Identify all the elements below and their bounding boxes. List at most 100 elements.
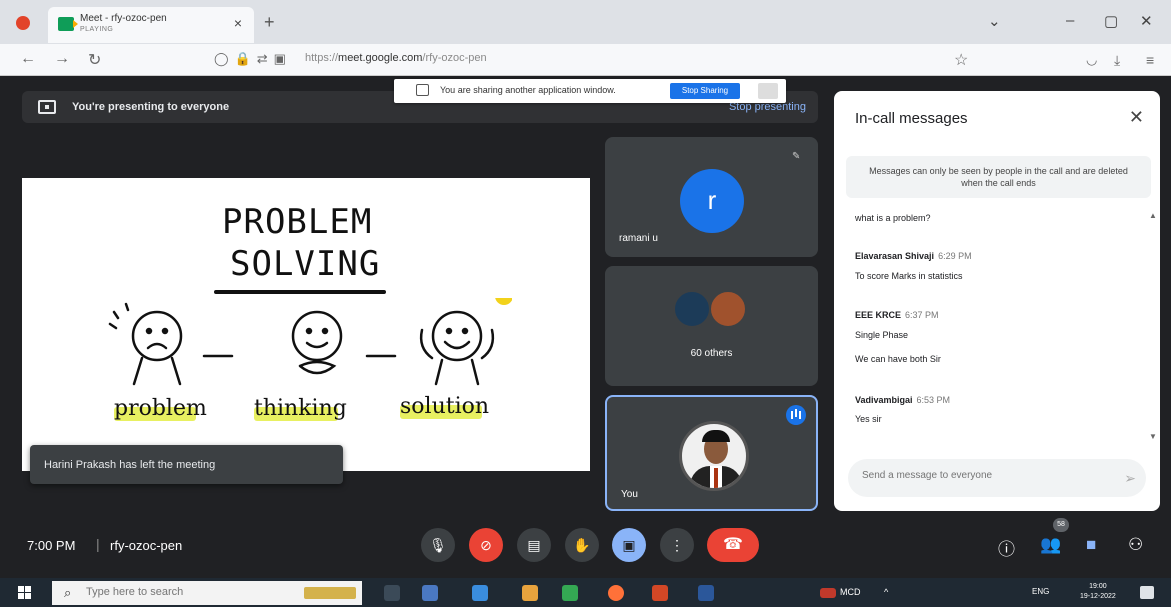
task-view-icon[interactable]	[384, 585, 400, 601]
tab-title: Meet - rfy-ozoc-pen	[80, 13, 167, 24]
message-text: what is a problem?	[855, 213, 931, 223]
url-host: meet.google.com	[338, 52, 423, 64]
participant-left-toast: Harini Prakash has left the meeting	[30, 445, 343, 484]
tab-playing-label: PLAYING	[80, 26, 114, 33]
captions-button[interactable]: ▤	[517, 528, 551, 562]
minimize-button[interactable]: –	[1066, 12, 1074, 29]
notification-icon[interactable]	[1140, 586, 1154, 599]
pocket-icon[interactable]: ◡	[1086, 52, 1097, 68]
presenting-text: You're presenting to everyone	[72, 101, 230, 113]
slide-title-underline	[214, 290, 386, 294]
tab-close-icon[interactable]: ×	[234, 15, 242, 31]
chat-scrollbar[interactable]: ▲ ▼	[1149, 211, 1157, 441]
sharing-notification-text: You are sharing another application wind…	[440, 85, 616, 95]
meeting-code: rfy-ozoc-pen	[110, 538, 183, 553]
avatar	[673, 290, 711, 328]
message-sender: EEE KRCE 6:37 PM	[855, 310, 939, 320]
send-icon[interactable]: ➢	[1124, 470, 1136, 487]
microphone-icon: 🎙	[429, 537, 447, 553]
participant-tile-ramani[interactable]: ✎ r ramani u	[605, 137, 818, 257]
window-share-icon	[416, 84, 429, 96]
hide-notification-button[interactable]	[758, 83, 778, 99]
url-prefix: https://	[305, 52, 339, 64]
tray-label: MCD	[840, 587, 861, 597]
bookmark-star-icon[interactable]: ☆	[954, 50, 968, 70]
chat-message-input[interactable]: ➢	[848, 459, 1146, 497]
url-path: rfy-ozoc-pen	[425, 52, 487, 64]
search-input[interactable]	[86, 586, 276, 598]
avatar: r	[680, 169, 744, 233]
reload-icon[interactable]: ↻	[88, 50, 101, 70]
slide-label-problem: problem	[114, 396, 207, 421]
chrome-taskbar-icon[interactable]	[562, 585, 578, 601]
avatar	[709, 290, 747, 328]
people-icon[interactable]: 👥	[1040, 535, 1061, 555]
meet-favicon-icon	[58, 17, 78, 31]
speaking-indicator-icon	[786, 405, 806, 425]
avatar	[679, 421, 749, 491]
raise-hand-icon: ✋	[573, 537, 591, 553]
tab-list-chevron-icon[interactable]: ⌄	[988, 12, 1001, 30]
firefox-taskbar-icon[interactable]	[608, 585, 624, 601]
address-bar: ← → ↻ ◯🔒⇄▣ https://meet.google.com/rfy-o…	[0, 44, 1171, 76]
more-options-button[interactable]: ⋮	[660, 528, 694, 562]
others-count-label: 60 others	[690, 348, 733, 359]
message-text: Yes sir	[855, 414, 882, 424]
url-field[interactable]: https://meet.google.com/rfy-ozoc-pen	[305, 52, 487, 64]
end-call-button[interactable]: ☎	[707, 528, 759, 562]
close-window-button[interactable]: ✕	[1140, 12, 1153, 30]
camera-off-button[interactable]: ⊘	[469, 528, 503, 562]
in-call-messages-panel: In-call messages ✕ Messages can only be …	[834, 91, 1160, 511]
tray-app-icon[interactable]	[820, 588, 836, 598]
back-arrow-icon[interactable]: ←	[20, 50, 36, 68]
microphone-button[interactable]: 🎙	[421, 528, 455, 562]
message-field[interactable]	[862, 470, 1102, 481]
captions-icon: ▤	[527, 537, 541, 553]
stop-sharing-button[interactable]: Stop Sharing	[670, 83, 740, 99]
close-icon[interactable]: ✕	[1129, 107, 1144, 128]
participant-name: You	[621, 489, 638, 500]
browser-tab-bar: Meet - rfy-ozoc-pen PLAYING × + ⌄ – ▢ ✕	[0, 0, 1171, 44]
download-icon[interactable]: ⤓	[1114, 52, 1120, 69]
present-now-button[interactable]: ▣	[612, 528, 646, 562]
windows-start-icon[interactable]	[18, 586, 32, 600]
menu-icon[interactable]: ≡	[1146, 52, 1154, 68]
toast-text: Harini Prakash has left the meeting	[44, 459, 216, 471]
message-sender: Vadivambigai 6:53 PM	[855, 395, 951, 405]
raise-hand-button[interactable]: ✋	[565, 528, 599, 562]
windows-taskbar: ⌕ MCD ^ ENG 19:0019-12-2022	[0, 578, 1171, 607]
hang-up-icon: ☎	[723, 536, 743, 553]
taskbar-app-icon[interactable]	[422, 585, 438, 601]
chat-notice: Messages can only be seen by people in t…	[846, 156, 1151, 198]
problem-solving-faces-illustration	[108, 298, 512, 386]
participant-tile-you[interactable]: You	[605, 395, 818, 511]
taskbar-app-icon[interactable]	[472, 585, 488, 601]
browser-tab-meet[interactable]: Meet - rfy-ozoc-pen PLAYING ×	[48, 7, 254, 43]
activities-icon[interactable]: ⚇	[1128, 535, 1143, 555]
participant-name: ramani u	[619, 233, 658, 244]
new-tab-button[interactable]: +	[264, 12, 275, 33]
mic-off-icon: ✎	[792, 151, 801, 162]
tray-language[interactable]: ENG	[1032, 587, 1049, 596]
meeting-details-icon[interactable]: ⓘ	[998, 535, 1015, 560]
message-text: To score Marks in statistics	[855, 271, 963, 281]
taskbar-app-icon[interactable]	[522, 585, 538, 601]
maximize-button[interactable]: ▢	[1104, 12, 1118, 30]
message-text: We can have both Sir	[855, 354, 941, 364]
slide-label-solution: solution	[400, 394, 490, 419]
word-taskbar-icon[interactable]	[698, 585, 714, 601]
slide-label-thinking: thinking	[254, 396, 347, 421]
tray-clock[interactable]: 19:00 19-12-2022	[1080, 582, 1116, 602]
url-status-icons[interactable]: ◯🔒⇄▣	[214, 51, 292, 67]
present-screen-icon: ▣	[622, 537, 636, 553]
sharing-notification: You are sharing another application wind…	[394, 79, 786, 103]
message-sender: Elavarasan Shivaji 6:29 PM	[855, 251, 972, 261]
browser-menu-icon[interactable]	[16, 16, 30, 30]
participant-tile-others[interactable]: 60 others	[605, 266, 818, 386]
chat-icon[interactable]: ■	[1086, 535, 1096, 555]
powerpoint-taskbar-icon[interactable]	[652, 585, 668, 601]
people-count-badge: 58	[1053, 518, 1069, 532]
tray-chevron-icon[interactable]: ^	[884, 587, 894, 597]
forward-arrow-icon[interactable]: →	[54, 50, 70, 68]
presentation-slide: PROBLEM SOLVING problem thinking solutio…	[22, 178, 590, 471]
